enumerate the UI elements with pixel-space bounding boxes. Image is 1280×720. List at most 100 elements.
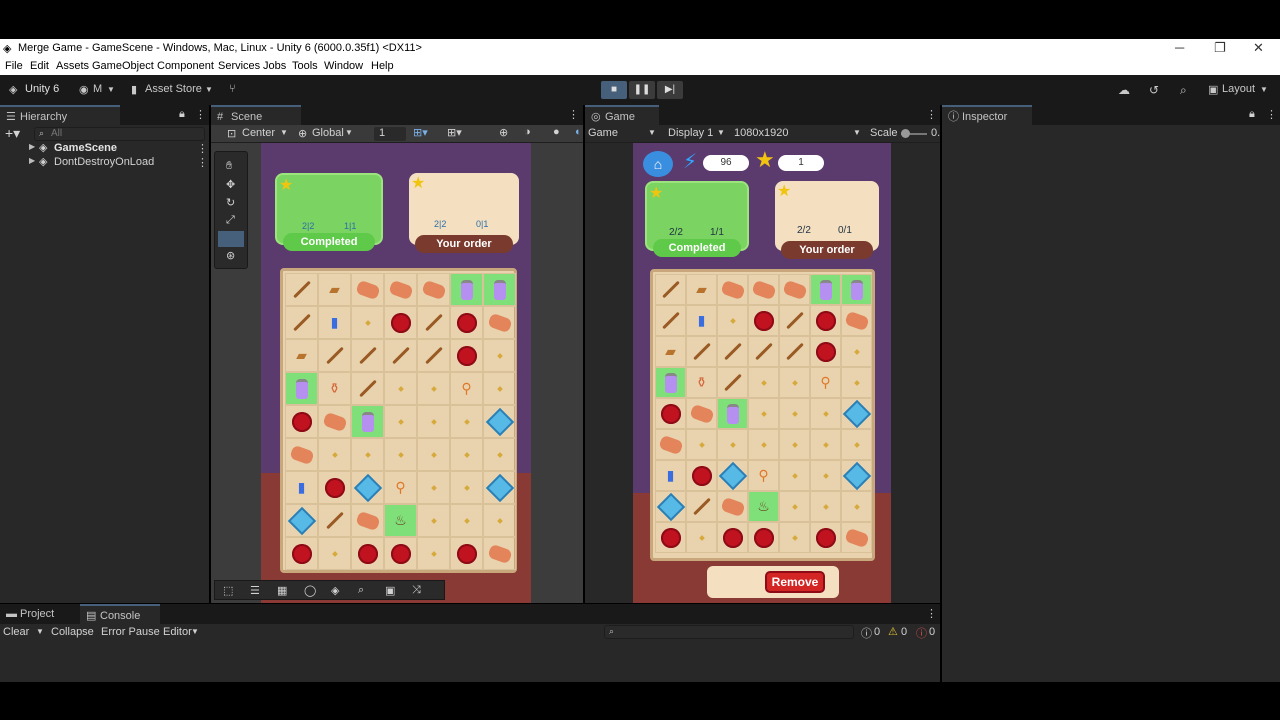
tab-game[interactable]: ◎ Game <box>585 105 659 125</box>
menu-component[interactable]: Component <box>157 60 214 72</box>
board-cell[interactable] <box>717 367 748 398</box>
board-cell[interactable]: ⚲ <box>810 367 841 398</box>
board-cell[interactable] <box>717 274 748 305</box>
rect-tool-icon[interactable] <box>218 231 244 247</box>
board-cell[interactable]: ▮ <box>285 471 318 504</box>
maximize-button[interactable]: ❐ <box>1214 40 1226 56</box>
warning-icon[interactable]: ⚠ <box>888 625 898 638</box>
unity-version-label[interactable]: Unity 6 <box>25 83 59 95</box>
more-options-icon[interactable]: ⋮ <box>197 142 208 155</box>
board-cell[interactable] <box>841 460 872 491</box>
board-cell[interactable] <box>285 306 318 339</box>
board-cell[interactable] <box>285 504 318 537</box>
board-cell[interactable] <box>351 438 384 471</box>
board-cell[interactable] <box>841 336 872 367</box>
game-mode-dropdown[interactable]: Game <box>588 127 618 139</box>
tab-inspector[interactable]: ⓘ Inspector <box>942 105 1032 125</box>
error-icon[interactable]: ⓘ <box>916 625 927 641</box>
board-cell[interactable] <box>417 306 450 339</box>
expand-arrow-icon[interactable]: ▶ <box>29 156 35 165</box>
board-cell[interactable] <box>686 429 717 460</box>
board-cell[interactable] <box>450 471 483 504</box>
board-cell[interactable] <box>384 372 417 405</box>
lock-icon[interactable]: 🔒︎ <box>1249 108 1255 121</box>
board-cell[interactable] <box>655 274 686 305</box>
menu-gameobject[interactable]: GameObject <box>92 60 154 72</box>
board-cell[interactable] <box>351 504 384 537</box>
board-cell[interactable] <box>779 522 810 553</box>
board-cell[interactable]: ⚱ <box>318 372 351 405</box>
more-options-icon[interactable]: ⋮ <box>1266 108 1277 121</box>
board-cell[interactable] <box>779 398 810 429</box>
console-search-input[interactable]: ⌕ <box>604 625 854 639</box>
board-cell[interactable] <box>655 367 686 398</box>
layout-dropdown[interactable]: Layout <box>1222 83 1255 95</box>
board-cell[interactable]: ⚲ <box>450 372 483 405</box>
menu-assets[interactable]: Assets <box>56 60 89 72</box>
board-cell[interactable] <box>686 522 717 553</box>
search-icon[interactable]: ⌕ <box>1180 83 1187 98</box>
board-cell[interactable] <box>748 274 779 305</box>
board-cell[interactable] <box>483 339 516 372</box>
asset-store-button[interactable]: Asset Store <box>145 83 202 95</box>
play-button[interactable]: ■ <box>601 81 627 99</box>
space-dropdown[interactable]: Global <box>312 127 344 139</box>
board-cell[interactable] <box>841 305 872 336</box>
lock-icon[interactable]: 🔒︎ <box>179 108 185 121</box>
board-cell[interactable] <box>318 471 351 504</box>
menu-services[interactable]: Services <box>218 60 260 72</box>
scene-viewport[interactable]: ✋︎ ✥ ↻ ⤢ ⊛ ★ 2|2 1|1 Completed ★ 2|2 0|1… <box>211 143 583 603</box>
board-cell[interactable] <box>810 522 841 553</box>
board-cell[interactable] <box>717 491 748 522</box>
tab-scene[interactable]: # Scene <box>211 105 301 125</box>
board-cell[interactable] <box>384 339 417 372</box>
board-cell[interactable] <box>748 522 779 553</box>
account-button[interactable]: M <box>93 83 102 95</box>
board-cell[interactable] <box>351 273 384 306</box>
board-cell[interactable] <box>655 491 686 522</box>
more-options-icon[interactable]: ⋮ <box>926 607 937 620</box>
board-cell[interactable] <box>483 372 516 405</box>
log-icon[interactable]: ⓘ <box>861 625 872 641</box>
board-cell[interactable]: ⚲ <box>748 460 779 491</box>
board-cell[interactable] <box>318 405 351 438</box>
board-cell[interactable] <box>285 273 318 306</box>
menu-tools[interactable]: Tools <box>292 60 318 72</box>
board-cell[interactable]: ♨ <box>748 491 779 522</box>
board-cell[interactable] <box>779 305 810 336</box>
board-cell[interactable] <box>384 273 417 306</box>
board-cell[interactable] <box>748 305 779 336</box>
board-cell[interactable] <box>483 438 516 471</box>
board-cell[interactable] <box>841 429 872 460</box>
board-cell[interactable] <box>717 429 748 460</box>
board-cell[interactable] <box>779 336 810 367</box>
board-cell[interactable] <box>351 471 384 504</box>
pause-button[interactable]: ❚❚ <box>629 81 655 99</box>
minimize-button[interactable]: ─ <box>1175 40 1184 55</box>
board-cell[interactable] <box>717 336 748 367</box>
shuffle-icon[interactable]: ⤨ <box>412 584 421 597</box>
board-cell[interactable] <box>748 367 779 398</box>
board-cell[interactable] <box>417 405 450 438</box>
grid-snap-input[interactable]: 1 <box>374 127 406 141</box>
board-cell[interactable] <box>717 398 748 429</box>
menu-edit[interactable]: Edit <box>30 60 49 72</box>
rect-icon[interactable]: ⬚ <box>223 584 233 597</box>
board-cell[interactable] <box>686 491 717 522</box>
more-options-icon[interactable]: ⋮ <box>568 108 579 121</box>
board-cell[interactable] <box>779 367 810 398</box>
board-cell[interactable] <box>417 504 450 537</box>
board-cell[interactable] <box>748 336 779 367</box>
board-cell[interactable] <box>450 405 483 438</box>
board-cell[interactable] <box>841 398 872 429</box>
board-cell[interactable] <box>810 429 841 460</box>
board-cell[interactable] <box>686 336 717 367</box>
board-cell[interactable] <box>351 372 384 405</box>
board-cell[interactable] <box>450 537 483 570</box>
tab-hierarchy[interactable]: ☰ Hierarchy <box>0 105 120 125</box>
board-cell[interactable] <box>450 339 483 372</box>
board-cell[interactable] <box>748 429 779 460</box>
board-cell[interactable] <box>841 522 872 553</box>
camera-icon[interactable]: ▣ <box>385 584 395 597</box>
board-cell[interactable] <box>285 405 318 438</box>
